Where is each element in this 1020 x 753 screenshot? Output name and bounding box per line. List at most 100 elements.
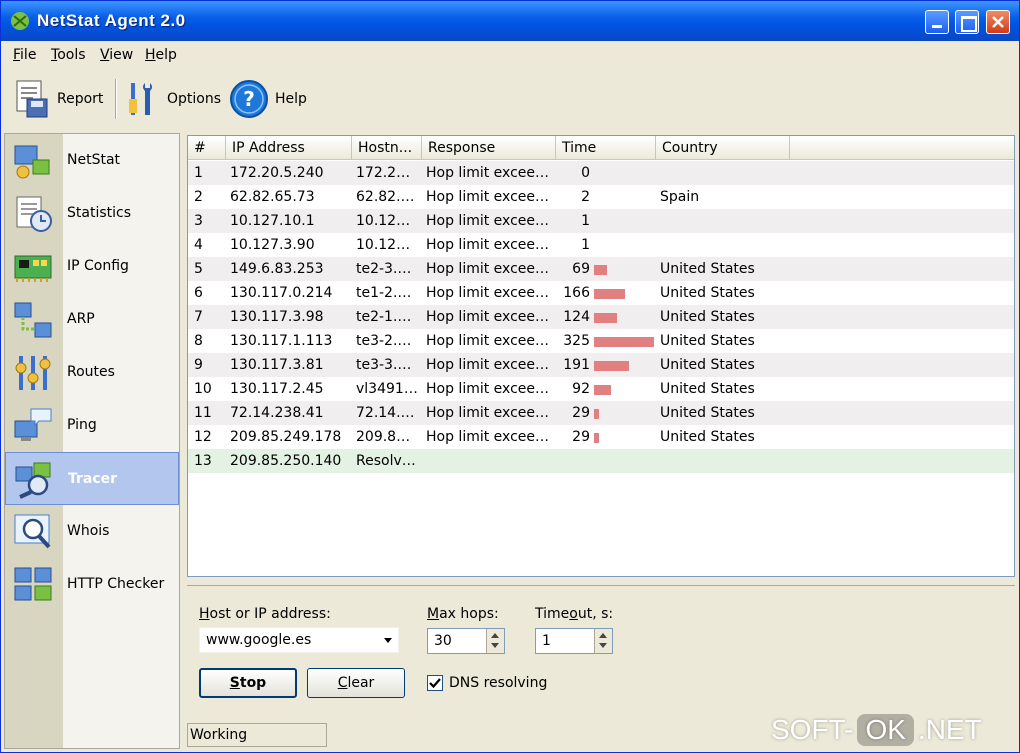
spin-up-icon[interactable] — [599, 633, 607, 638]
cell-country: Spain — [660, 189, 700, 205]
menu-help[interactable]: Help — [145, 47, 177, 63]
cell-time: 191 — [556, 353, 656, 377]
table-header: # IP Address Hostn... Response Time Coun… — [188, 136, 1014, 160]
spin-down-icon[interactable] — [491, 643, 499, 648]
sidebar-item-ip-config[interactable]: IP Config — [5, 240, 179, 293]
stop-button[interactable]: Stop — [199, 668, 297, 698]
column-header-response[interactable]: Response — [422, 136, 556, 160]
time-value: 0 — [581, 165, 590, 181]
table-row[interactable]: 6 130.117.0.214 te1-2.c... Hop limit exceed… — [188, 281, 1014, 305]
report-button[interactable]: Report — [11, 77, 103, 121]
table-row[interactable]: 5 149.6.83.253 te2-3.c... Hop limit exceede… — [188, 257, 1014, 281]
cell-hostname: 62.82.6... — [356, 189, 422, 205]
table-row[interactable]: 7 130.117.3.98 te2-1.c... Hop limit exceede… — [188, 305, 1014, 329]
host-input[interactable]: www.google.es — [206, 632, 311, 648]
timeout-spin-buttons[interactable] — [594, 629, 612, 653]
cell-number: 7 — [194, 309, 203, 325]
cell-hostname: vl3491.... — [356, 381, 422, 397]
table-row[interactable]: 11 72.14.238.41 72.14.2... Hop limit exceed… — [188, 401, 1014, 425]
host-combobox[interactable]: www.google.es — [199, 627, 399, 653]
cell-number: 1 — [194, 165, 203, 181]
cell-ip-address: 130.117.2.45 — [230, 381, 324, 397]
menu-file[interactable]: File — [13, 47, 36, 63]
cell-time: 29 — [556, 401, 656, 425]
minimize-button[interactable] — [925, 10, 949, 34]
close-button[interactable] — [986, 10, 1010, 34]
sidebar-item-ping[interactable]: Ping — [5, 399, 179, 452]
time-bar — [594, 289, 625, 299]
trace-results-table[interactable]: # IP Address Hostn... Response Time Coun… — [187, 135, 1015, 577]
http-checker-icon — [14, 567, 52, 601]
cell-time: 1 — [556, 209, 656, 233]
cell-response: Hop limit exceeded — [426, 261, 556, 277]
time-value: 29 — [572, 429, 590, 445]
table-row[interactable]: 1 172.20.5.240 172.20.... Hop limit exceede… — [188, 161, 1014, 185]
cell-response: Hop limit exceeded — [426, 333, 556, 349]
max-hops-spinner[interactable]: 30 — [427, 628, 505, 654]
table-row[interactable]: 4 10.127.3.90 10.127.... Hop limit exceeded… — [188, 233, 1014, 257]
cell-response: Hop limit exceeded — [426, 381, 556, 397]
spin-down-icon[interactable] — [599, 643, 607, 648]
column-header-ip-address[interactable]: IP Address — [226, 136, 352, 160]
column-header-time[interactable]: Time — [556, 136, 656, 160]
help-button[interactable]: ? Help — [229, 77, 307, 121]
table-row[interactable]: 3 10.127.10.1 10.127.... Hop limit exceeded… — [188, 209, 1014, 233]
cell-ip-address: 72.14.238.41 — [230, 405, 324, 421]
dropdown-arrow-icon[interactable] — [384, 638, 392, 643]
app-icon — [11, 12, 29, 30]
max-hops-input[interactable]: 30 — [434, 633, 452, 649]
clear-button[interactable]: Clear — [307, 668, 405, 698]
sidebar-item-arp[interactable]: ARP — [5, 293, 179, 346]
trace-controls: Host or IP address: www.google.es Max ho… — [187, 585, 1015, 715]
cell-ip-address: 130.117.1.113 — [230, 333, 333, 349]
max-hops-spin-buttons[interactable] — [486, 629, 504, 653]
time-bar — [594, 433, 599, 443]
title-bar[interactable]: NetStat Agent 2.0 — [1, 1, 1019, 41]
cell-hostname: 72.14.2... — [356, 405, 422, 421]
statistics-icon — [16, 196, 52, 232]
cell-hostname: te3-2.c... — [356, 333, 419, 349]
cell-time: 166 — [556, 281, 656, 305]
arp-icon — [14, 302, 52, 338]
time-value: 29 — [572, 405, 590, 421]
time-bar — [594, 265, 607, 275]
table-row[interactable]: 2 62.82.65.73 62.82.6... Hop limit exceeded… — [188, 185, 1014, 209]
svg-text:?: ? — [243, 87, 255, 111]
table-row[interactable]: 10 130.117.2.45 vl3491.... Hop limit exceed… — [188, 377, 1014, 401]
table-row[interactable]: 9 130.117.3.81 te3-3.m... Hop limit exceede… — [188, 353, 1014, 377]
spin-up-icon[interactable] — [491, 633, 499, 638]
timeout-input[interactable]: 1 — [542, 633, 551, 649]
cell-time: 2 — [556, 185, 656, 209]
cell-time: 69 — [556, 257, 656, 281]
cell-country: United States — [660, 309, 755, 325]
time-value: 1 — [581, 237, 590, 253]
dns-resolving-checkbox[interactable] — [427, 675, 443, 691]
maximize-button[interactable] — [955, 10, 979, 34]
cell-number: 12 — [194, 429, 212, 445]
sidebar-item-netstat[interactable]: NetStat — [5, 134, 179, 187]
table-row[interactable]: 13 209.85.250.140 Resolvi... — [188, 449, 1014, 473]
status-bar: Working — [187, 723, 327, 747]
sidebar-item-http-checker[interactable]: HTTP Checker — [5, 558, 179, 611]
sidebar-item-whois[interactable]: Whois — [5, 505, 179, 558]
table-row[interactable]: 8 130.117.1.113 te3-2.c... Hop limit exceed… — [188, 329, 1014, 353]
cell-response: Hop limit exceeded — [426, 285, 556, 301]
sidebar-item-routes[interactable]: Routes — [5, 346, 179, 399]
dns-resolving-label[interactable]: DNS resolving — [449, 675, 547, 691]
sidebar-item-tracer[interactable]: Tracer — [5, 452, 179, 505]
menu-view[interactable]: View — [100, 47, 133, 63]
column-header-country[interactable]: Country — [656, 136, 790, 160]
timeout-spinner[interactable]: 1 — [535, 628, 613, 654]
table-row[interactable]: 12 209.85.249.178 209.85.... Hop limit exce… — [188, 425, 1014, 449]
toolbar: Report Options ? Help — [1, 69, 1019, 131]
options-button[interactable]: Options — [123, 77, 221, 121]
cell-number: 6 — [194, 285, 203, 301]
status-text: Working — [190, 727, 248, 743]
menu-tools[interactable]: Tools — [51, 47, 86, 63]
cell-time: 1 — [556, 233, 656, 257]
toolbar-separator — [115, 79, 117, 119]
cell-number: 2 — [194, 189, 203, 205]
column-header-hostname[interactable]: Hostn... — [352, 136, 422, 160]
sidebar-item-statistics[interactable]: Statistics — [5, 187, 179, 240]
column-header-number[interactable]: # — [188, 136, 226, 160]
